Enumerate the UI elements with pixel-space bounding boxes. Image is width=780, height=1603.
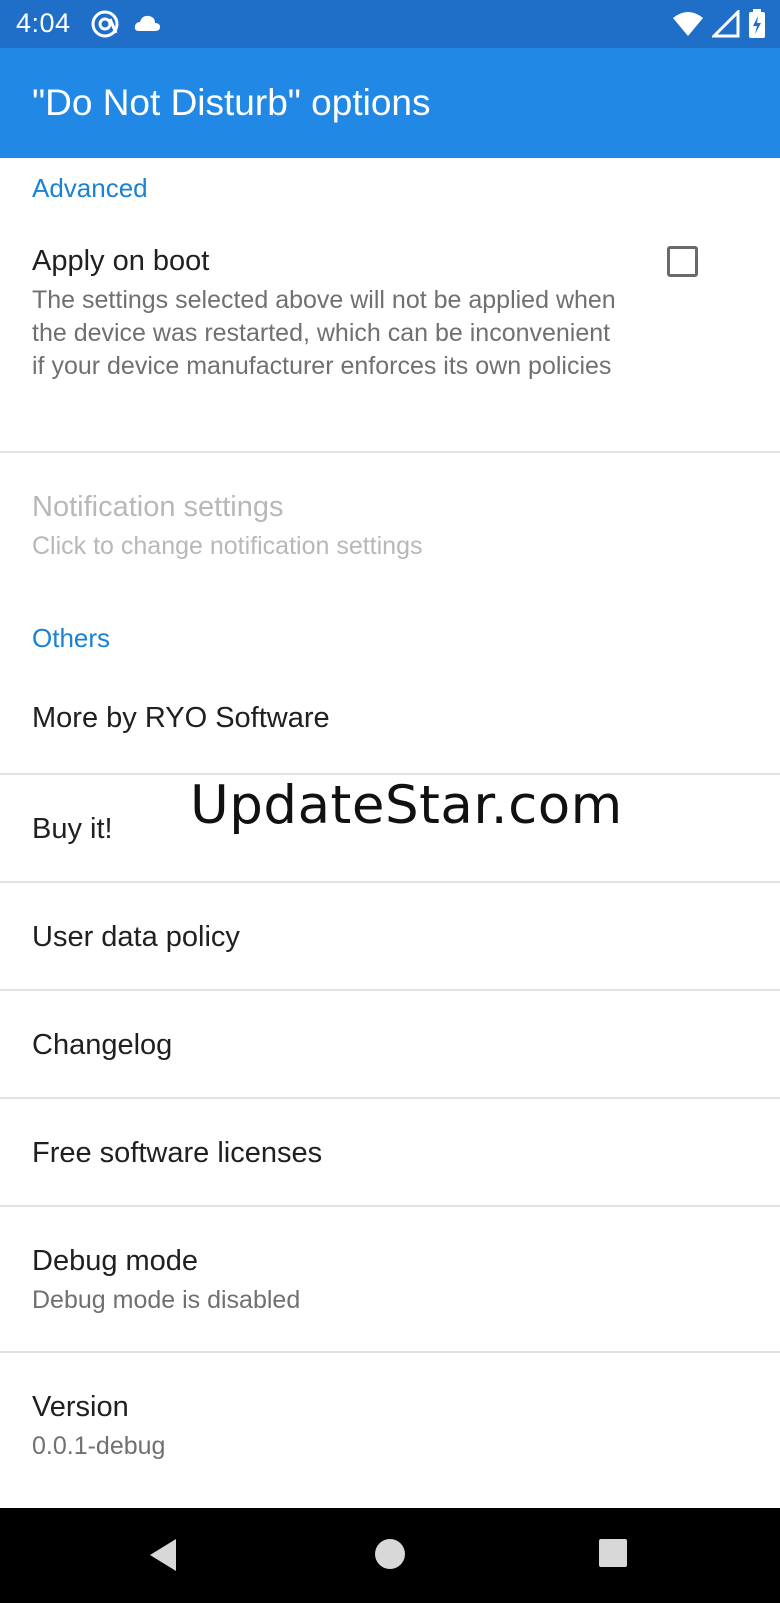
changelog-title: Changelog: [32, 1029, 173, 1061]
user-data-policy-item[interactable]: User data policy: [0, 883, 780, 991]
notification-settings-title: Notification settings: [32, 491, 284, 523]
status-bar: 4:04: [0, 0, 780, 48]
user-data-policy-title: User data policy: [32, 921, 240, 953]
status-time: 4:04: [16, 8, 71, 38]
changelog-item[interactable]: Changelog: [0, 991, 780, 1099]
apply-on-boot-item[interactable]: Apply on boot The settings selected abov…: [0, 233, 780, 453]
back-icon[interactable]: [148, 1538, 178, 1577]
licenses-item[interactable]: Free software licenses: [0, 1099, 780, 1207]
nav-bar: [0, 1508, 780, 1603]
cloud-icon: [132, 9, 162, 44]
version-item[interactable]: Version 0.0.1-debug: [0, 1353, 780, 1499]
debug-mode-item[interactable]: Debug mode Debug mode is disabled: [0, 1207, 780, 1353]
wifi-icon: [672, 10, 704, 43]
version-title: Version: [32, 1391, 129, 1423]
section-header-others: Others: [32, 623, 111, 653]
notification-settings-summary: Click to change notification settings: [32, 532, 423, 560]
watermark: UpdateStar.com: [190, 775, 623, 836]
at-sign-icon: [90, 9, 120, 44]
apply-on-boot-checkbox[interactable]: [667, 246, 698, 277]
app-bar: "Do Not Disturb" options: [0, 48, 780, 158]
more-by-item[interactable]: More by RYO Software: [0, 668, 780, 775]
battery-charging-icon: [748, 9, 766, 44]
debug-mode-title: Debug mode: [32, 1245, 199, 1277]
cell-signal-icon: [710, 8, 740, 43]
page-title: "Do Not Disturb" options: [32, 82, 431, 123]
home-icon[interactable]: [374, 1538, 406, 1575]
debug-mode-summary: Debug mode is disabled: [32, 1286, 301, 1314]
version-summary: 0.0.1-debug: [32, 1432, 166, 1460]
apply-on-boot-summary: The settings selected above will not be …: [32, 286, 616, 380]
section-header-advanced: Advanced: [32, 173, 148, 203]
more-by-title: More by RYO Software: [32, 702, 330, 734]
notification-settings-item: Notification settings Click to change no…: [0, 453, 780, 593]
licenses-title: Free software licenses: [32, 1137, 323, 1169]
recents-icon[interactable]: [598, 1538, 628, 1573]
